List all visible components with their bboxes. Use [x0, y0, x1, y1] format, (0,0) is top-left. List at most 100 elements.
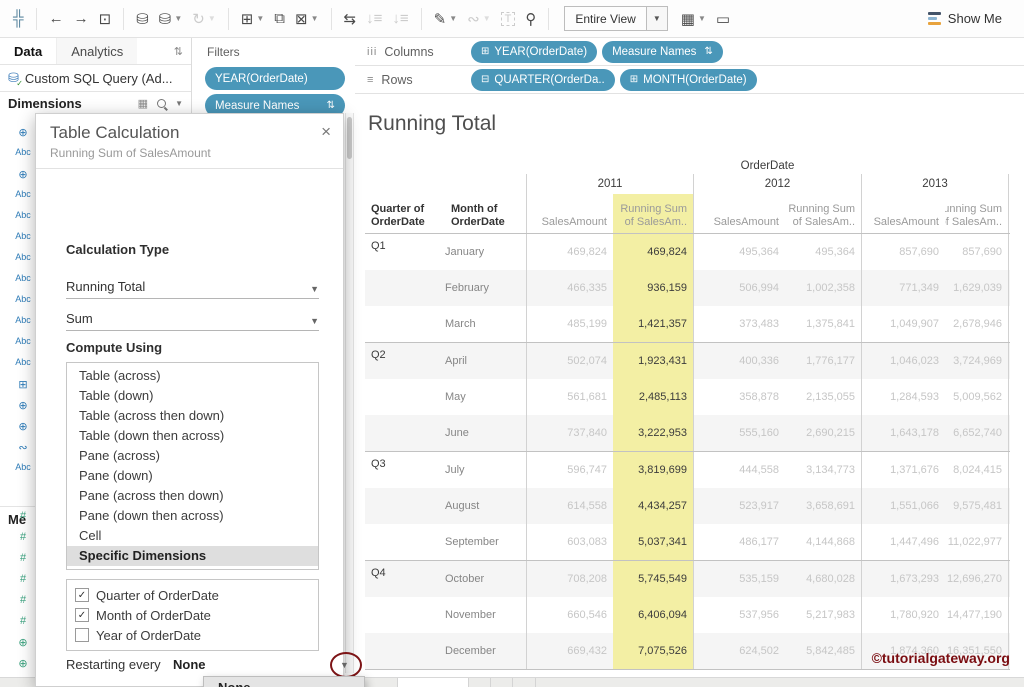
abc-icon[interactable]: Abc	[10, 273, 36, 283]
chevron-down-icon[interactable]: ▼	[256, 14, 264, 23]
dimension-checkbox-row[interactable]: ✓Quarter of OrderDate	[67, 585, 318, 605]
new-worksheet-icon[interactable]: ⊞▼	[241, 10, 265, 28]
hash-icon[interactable]: #	[10, 531, 36, 543]
table-row[interactable]: November660,5466,406,094537,9565,217,983…	[365, 597, 1010, 633]
table-row[interactable]: May561,6812,485,113358,8782,135,0551,284…	[365, 379, 1010, 415]
compute-option[interactable]: Specific Dimensions	[67, 546, 318, 566]
fit-selector-value[interactable]: Entire View	[565, 12, 645, 26]
hash-icon[interactable]: #	[10, 615, 36, 627]
fix-axes-icon[interactable]: ⚲	[525, 10, 536, 28]
expand-plus-icon[interactable]: ⊞	[630, 74, 638, 85]
abc-icon[interactable]: Abc	[10, 294, 36, 304]
abc-icon[interactable]: Abc	[10, 210, 36, 220]
globe-icon[interactable]: ⊕	[10, 126, 36, 139]
pause-updates-icon[interactable]: ⛁▼	[159, 10, 183, 28]
chevron-down-icon[interactable]: ▼	[311, 14, 319, 23]
abc-icon[interactable]: Abc	[10, 252, 36, 262]
restarting-every-menu[interactable]: NoneQuarter of OrderDate	[203, 676, 365, 687]
abc-icon[interactable]: Abc	[10, 357, 36, 367]
columns-shelf[interactable]: iii Columns ⊞YEAR(OrderDate)Measure Name…	[355, 38, 1024, 66]
table-row[interactable]: February466,335936,159506,9941,002,35877…	[365, 270, 1010, 306]
columns-pill[interactable]: Measure Names⇅	[602, 41, 723, 63]
datasource-item[interactable]: ⛁✓ Custom SQL Query (Ad...	[0, 65, 191, 91]
compute-option[interactable]: Pane (down)	[67, 466, 318, 486]
globe-icon[interactable]: ⊕	[10, 657, 36, 670]
rows-pill[interactable]: ⊞MONTH(OrderDate)	[620, 69, 757, 91]
chevron-down-icon[interactable]: ▼	[175, 99, 183, 108]
view-grid-icon[interactable]: ▦	[138, 97, 148, 110]
table-row[interactable]: Q4October708,2085,745,549535,1594,680,02…	[365, 561, 1010, 597]
compute-option[interactable]: Pane (across then down)	[67, 486, 318, 506]
abc-icon[interactable]: Abc	[10, 189, 36, 199]
abc-icon[interactable]: Abc	[10, 231, 36, 241]
clear-sheet-icon[interactable]: ⊠▼	[295, 10, 319, 28]
undo-icon[interactable]: ←	[49, 10, 64, 27]
abc-icon[interactable]: Abc	[10, 462, 36, 472]
presentation-mode-icon[interactable]: ▭	[716, 10, 730, 28]
compute-option[interactable]: Table (down)	[67, 386, 318, 406]
sort-icon[interactable]: ⇅	[696, 46, 712, 57]
compute-option[interactable]: Table (across)	[67, 366, 318, 386]
table-row[interactable]: Q1January469,824469,824495,364495,364857…	[365, 234, 1010, 270]
redo-icon[interactable]: →	[74, 10, 89, 27]
group-icon[interactable]: ∾	[10, 441, 36, 454]
active-sheet-tab[interactable]	[397, 678, 469, 687]
table-row[interactable]: Q2April502,0741,923,431400,3361,776,1771…	[365, 343, 1010, 379]
menu-item[interactable]: None	[204, 677, 364, 687]
crosstab[interactable]: OrderDate201120122013Quarter ofOrderDate…	[365, 158, 1010, 670]
close-icon[interactable]: ×	[321, 122, 331, 142]
dimension-checkbox-row[interactable]: Year of OrderDate	[67, 625, 318, 645]
dimension-checkbox-row[interactable]: ✓Month of OrderDate	[67, 605, 318, 625]
hash-icon[interactable]: #	[10, 510, 36, 522]
abc-icon[interactable]: Abc	[10, 315, 36, 325]
calculation-type-select[interactable]: Running Total ▼	[66, 270, 319, 299]
table-calc-icon[interactable]: ⊞	[10, 378, 36, 391]
expand-plus-icon[interactable]: ⊞	[481, 46, 489, 57]
tableau-logo-icon[interactable]: ╬	[13, 10, 24, 27]
highlight-icon[interactable]: ✎▼	[434, 10, 458, 28]
rows-shelf[interactable]: ≡ Rows ⊟QUARTER(OrderDa..⊞MONTH(OrderDat…	[355, 66, 1024, 94]
abc-icon[interactable]: Abc	[10, 147, 36, 157]
hash-icon[interactable]: #	[10, 573, 36, 585]
checkbox[interactable]	[75, 628, 89, 642]
show-me-button[interactable]: Show Me	[928, 11, 1002, 26]
globe-icon[interactable]: ⊕	[10, 636, 36, 649]
globe-icon[interactable]: ⊕	[10, 399, 36, 412]
table-row[interactable]: June737,8403,222,953555,1602,690,2151,64…	[365, 415, 1010, 451]
globe-icon[interactable]: ⊕	[10, 420, 36, 433]
table-row[interactable]: Q3July596,7473,819,699444,5583,134,7731,…	[365, 452, 1010, 488]
dimension-checkbox-group[interactable]: ✓Quarter of OrderDate✓Month of OrderDate…	[66, 579, 319, 651]
pane-sort-icon[interactable]: ⇅	[174, 45, 183, 58]
pane-scrollbar[interactable]	[345, 113, 354, 673]
fit-selector[interactable]: Entire View ▼	[564, 6, 667, 31]
compute-option[interactable]: Table (down then across)	[67, 426, 318, 446]
chevron-down-icon[interactable]: ▼	[449, 14, 457, 23]
restarting-every-value[interactable]: None	[173, 657, 206, 672]
checkbox-checked[interactable]: ✓	[75, 588, 89, 602]
duplicate-sheet-icon[interactable]: ⧉	[274, 10, 285, 27]
tab-data[interactable]: Data	[0, 44, 56, 59]
columns-pill[interactable]: ⊞YEAR(OrderDate)	[471, 41, 597, 63]
table-row[interactable]: March485,1991,421,357373,4831,375,8411,0…	[365, 306, 1010, 342]
globe-icon[interactable]: ⊕	[10, 168, 36, 181]
aggregation-select[interactable]: Sum ▼	[66, 302, 319, 331]
compute-option[interactable]: Pane (across)	[67, 446, 318, 466]
chevron-down-icon[interactable]: ▼	[174, 14, 182, 23]
rows-pill[interactable]: ⊟QUARTER(OrderDa..	[471, 69, 615, 91]
table-row[interactable]: September603,0835,037,341486,1774,144,86…	[365, 524, 1010, 560]
checkbox-checked[interactable]: ✓	[75, 608, 89, 622]
hash-icon[interactable]: #	[10, 552, 36, 564]
search-icon[interactable]	[157, 99, 166, 108]
chevron-down-icon[interactable]: ▼	[646, 7, 667, 30]
hash-icon[interactable]: #	[10, 594, 36, 606]
abc-icon[interactable]: Abc	[10, 336, 36, 346]
chevron-down-icon[interactable]: ▼	[698, 14, 706, 23]
compute-using-list[interactable]: Table (across)Table (down)Table (across …	[66, 362, 319, 570]
tab-analytics[interactable]: Analytics	[56, 38, 137, 64]
compute-option[interactable]: Table (across then down)	[67, 406, 318, 426]
new-datasource-icon[interactable]: ⛁	[136, 10, 149, 28]
chevron-down-icon[interactable]: ▼	[310, 284, 319, 294]
filter-pill[interactable]: YEAR(OrderDate)	[205, 67, 345, 90]
save-icon[interactable]: ⊡	[99, 10, 112, 28]
compute-option[interactable]: Pane (down then across)	[67, 506, 318, 526]
